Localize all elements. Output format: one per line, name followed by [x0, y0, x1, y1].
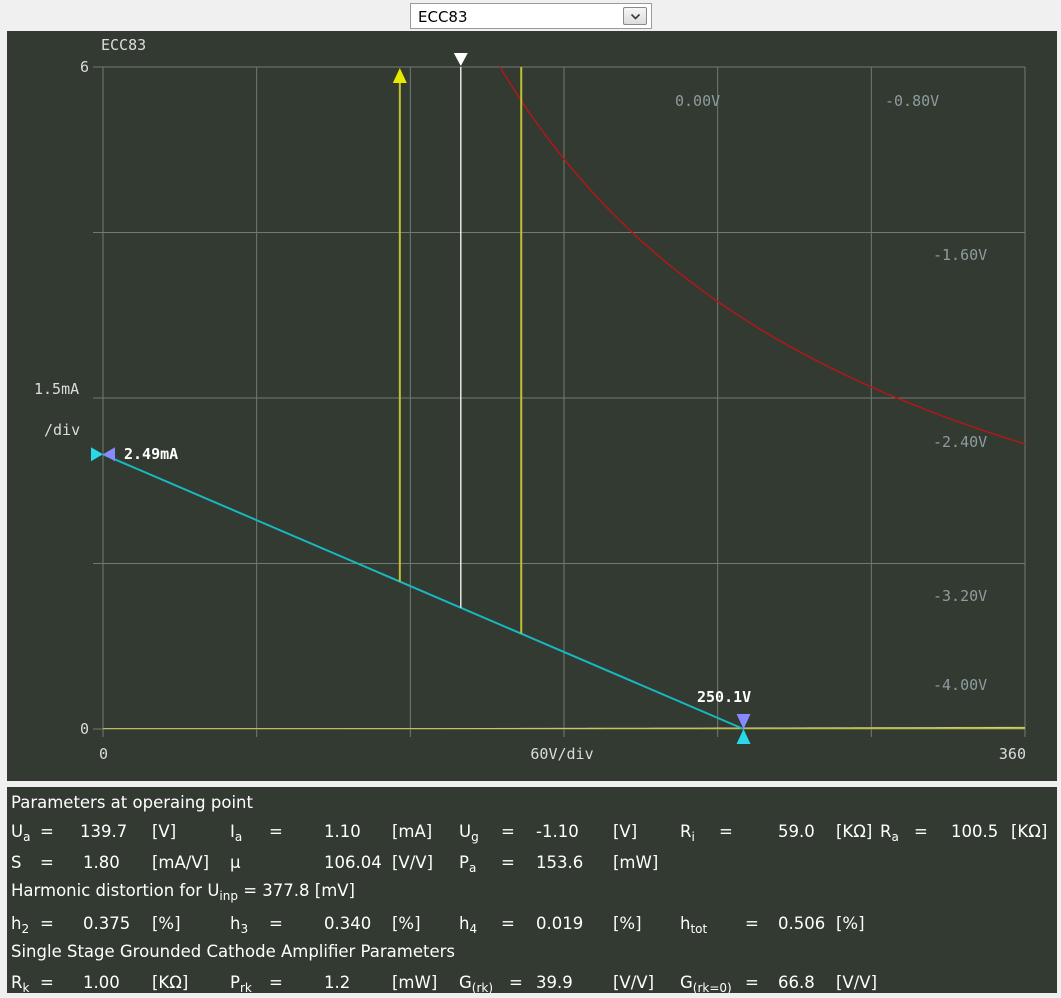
- x-axis-left-label: 0: [99, 745, 108, 763]
- param-value: 0.375: [83, 914, 131, 933]
- param-unit: [%]: [613, 914, 642, 933]
- param-symbol: Ri: [680, 822, 695, 844]
- param-value: 39.9: [536, 973, 573, 992]
- param-value: 139.7: [80, 822, 128, 841]
- param-equals: =: [745, 914, 759, 933]
- y-scale-unit-label: /div: [44, 421, 80, 439]
- param-equals: =: [269, 973, 283, 992]
- chevron-down-icon: [631, 14, 640, 20]
- parameters-panel: Parameters at operaing point Ua = 139.7 [V]…: [7, 787, 1057, 998]
- param-equals: =: [40, 853, 54, 872]
- amplifier-header: Single Stage Grounded Cathode Amplifier …: [11, 942, 455, 961]
- param-equals: =: [745, 973, 759, 992]
- param-value: 59.0: [778, 822, 815, 841]
- param-value: 0.019: [536, 914, 584, 933]
- plot-title: ECC83: [101, 36, 146, 54]
- param-value: 0.340: [324, 914, 372, 933]
- param-unit: [mW]: [613, 853, 659, 872]
- param-symbol: Ua: [11, 822, 31, 844]
- param-symbol: Ug: [459, 822, 479, 844]
- grid-voltage-label: -0.80V: [885, 92, 939, 110]
- param-unit: [%]: [152, 914, 181, 933]
- param-value: 153.6: [536, 853, 584, 872]
- param-value: 100.5: [951, 822, 999, 841]
- voltage-marker-label: 250.1V: [697, 688, 751, 706]
- param-value: 106.04: [324, 853, 382, 872]
- param-unit: [KΩ]: [836, 822, 873, 841]
- param-symbol: G(rk): [459, 973, 494, 995]
- param-unit: [mA/V]: [152, 853, 210, 872]
- param-unit: [V/V]: [613, 973, 655, 992]
- param-unit: [mW]: [392, 973, 438, 992]
- swing-arrow-icon: [392, 68, 407, 83]
- x-scale-label: 60V/div: [530, 745, 593, 763]
- y-axis-top-label: 6: [80, 58, 89, 76]
- grid-voltage-label: -4.00V: [933, 676, 987, 694]
- x-axis-right-label: 360: [999, 745, 1026, 763]
- param-value: 1.00: [83, 973, 120, 992]
- characteristic-plot[interactable]: 0.00V -0.80V -1.60V -2.40V -3.20V -4.00V ECC83…: [7, 31, 1057, 781]
- current-marker-cyan-icon: [91, 447, 103, 462]
- param-value: 1.80: [83, 853, 120, 872]
- param-equals: =: [40, 973, 54, 992]
- param-value: 0.506: [778, 914, 826, 933]
- param-value: 1.2: [324, 973, 351, 992]
- param-symbol: Rk: [11, 973, 30, 995]
- param-symbol: Ra: [880, 822, 899, 844]
- grid-voltage-label: -1.60V: [933, 246, 987, 264]
- param-unit: [V/V]: [392, 853, 434, 872]
- grid-voltage-label: -2.40V: [933, 433, 987, 451]
- y-scale-label: 1.5mA: [34, 380, 79, 398]
- param-equals: =: [269, 822, 283, 841]
- param-symbol: h4: [459, 914, 478, 936]
- param-unit: [%]: [392, 914, 421, 933]
- param-symbol: h3: [230, 914, 249, 936]
- param-equals: =: [509, 973, 523, 992]
- harmonic-header: Harmonic distortion for Uinp = 377.8 [mV…: [11, 881, 355, 903]
- y-axis-bottom-label: 0: [80, 720, 89, 738]
- param-symbol: S: [11, 853, 22, 872]
- param-equals: =: [914, 822, 928, 841]
- param-unit: [V]: [152, 822, 177, 841]
- power-limit-curve: [499, 67, 1025, 445]
- params-header: Parameters at operaing point: [11, 793, 253, 812]
- param-equals: =: [719, 822, 733, 841]
- param-unit: [mA]: [392, 822, 433, 841]
- param-symbol: htot: [680, 914, 708, 936]
- param-value: 1.10: [324, 822, 361, 841]
- param-unit: [V]: [613, 822, 638, 841]
- param-unit: [%]: [836, 914, 865, 933]
- param-equals: =: [501, 914, 515, 933]
- param-symbol: Ia: [230, 822, 243, 844]
- param-symbol: G(rk=0): [680, 973, 732, 995]
- param-symbol: μ: [230, 853, 241, 872]
- param-value: -1.10: [536, 822, 579, 841]
- load-line: [102, 453, 744, 730]
- curve-lower: [103, 727, 1025, 729]
- param-unit: [V/V]: [836, 973, 878, 992]
- param-equals: =: [501, 853, 515, 872]
- operating-marker-icon: [453, 53, 468, 66]
- param-equals: =: [269, 914, 283, 933]
- current-marker-blue-icon: [103, 447, 115, 462]
- grid-voltage-label: -3.20V: [933, 587, 987, 605]
- param-value: 66.8: [778, 973, 815, 992]
- param-equals: =: [40, 914, 54, 933]
- param-unit: [KΩ]: [152, 973, 189, 992]
- grid-voltage-label: 0.00V: [675, 92, 720, 110]
- param-symbol: h2: [11, 914, 30, 936]
- current-marker-label: 2.49mA: [124, 445, 178, 463]
- param-equals: =: [501, 822, 515, 841]
- param-equals: =: [40, 822, 54, 841]
- tube-select-dropdown[interactable]: ECC83: [410, 3, 652, 29]
- tube-select-value: ECC83: [418, 8, 468, 26]
- param-symbol: Pa: [459, 853, 477, 875]
- window-bottom-edge: [0, 993, 1061, 998]
- param-symbol: Prk: [230, 973, 252, 995]
- param-unit: [KΩ]: [1011, 822, 1048, 841]
- dropdown-button[interactable]: [623, 7, 647, 25]
- voltage-marker-cyan-icon: [736, 729, 751, 744]
